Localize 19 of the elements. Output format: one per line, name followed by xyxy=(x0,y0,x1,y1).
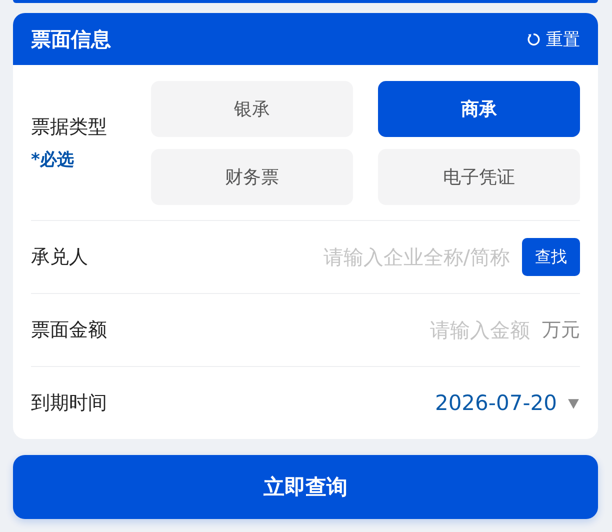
reset-icon xyxy=(526,32,541,46)
bill-type-option[interactable]: 商承 xyxy=(378,80,580,136)
caret-icon xyxy=(567,396,580,410)
required-note: *必选 xyxy=(31,149,75,171)
date-value[interactable]: 2026-07-20 xyxy=(434,391,557,415)
unit-label: 万元 xyxy=(542,318,580,343)
bill-type-option[interactable]: 银承 xyxy=(151,80,353,136)
field-label: 票面金额 xyxy=(31,318,107,343)
submit-button[interactable]: 立即查询 xyxy=(13,455,598,519)
field-label: 到期时间 xyxy=(31,391,107,416)
bill-type-option[interactable]: 财务票 xyxy=(151,148,353,204)
field-label: 票据类型 xyxy=(31,115,108,140)
bill-type-option[interactable]: 电子凭证 xyxy=(378,148,580,204)
reset-button[interactable]: 重置 xyxy=(526,28,580,50)
amount-input[interactable]: 请输入金额 xyxy=(117,317,532,343)
section-title: 票面信息 xyxy=(31,26,111,52)
field-label: 承兑人 xyxy=(31,245,88,270)
acceptor-input[interactable]: 请输入企业全称/简称 xyxy=(98,244,512,270)
find-button[interactable]: 查找 xyxy=(522,238,580,276)
